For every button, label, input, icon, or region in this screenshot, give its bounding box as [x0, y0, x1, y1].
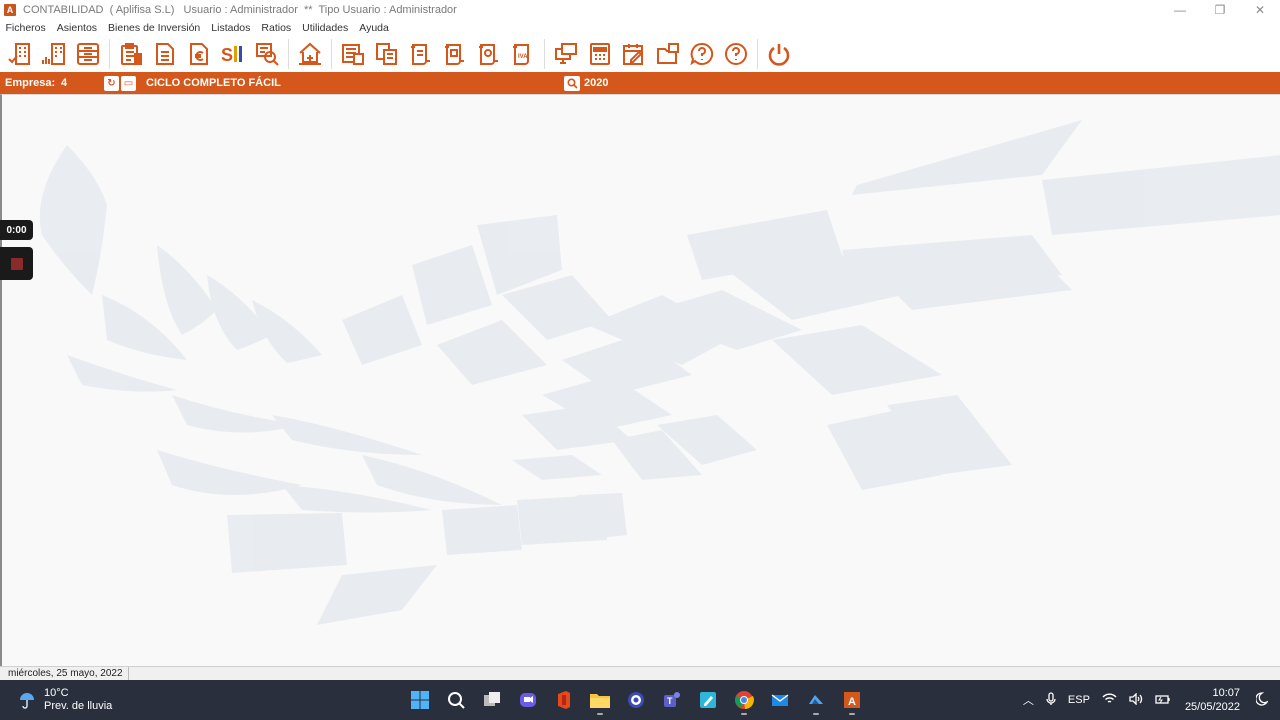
stop-icon: [10, 257, 23, 270]
fiscal-year: 2020: [584, 77, 609, 89]
weather-temp: 10°C: [44, 687, 69, 699]
company-info-bar: Empresa: 4 ↻ ▭ CICLO COMPLETO FÁCIL 2020: [0, 72, 1280, 94]
windows-start-icon[interactable]: [402, 684, 438, 716]
menu-ficheros[interactable]: Ficheros: [0, 22, 51, 34]
recording-timer: 0:00: [0, 220, 33, 240]
toolbar: S IVA: [0, 36, 1280, 72]
decorative-background: [39, 120, 1280, 625]
notifications-icon[interactable]: [1250, 691, 1280, 709]
main-workspace: [0, 94, 1280, 666]
weather-widget[interactable]: 10°C Prev. de lluvia: [18, 687, 112, 713]
ledger-icon[interactable]: [336, 38, 369, 71]
empresa-number: 4: [61, 77, 68, 89]
refresh-company-icon[interactable]: ↻: [104, 75, 119, 91]
sii-icon[interactable]: S: [216, 38, 249, 71]
application-window: A CONTABILIDAD ( Aplifisa S.L) Usuario :…: [0, 0, 1280, 680]
drawer-icon[interactable]: [71, 38, 104, 71]
volume-icon[interactable]: [1123, 691, 1149, 708]
help-icon[interactable]: [719, 38, 752, 71]
system-tray: ︿ ESP 10:07 25/05/2022: [1017, 680, 1280, 720]
search-year-icon[interactable]: [564, 75, 580, 91]
notepad-icon[interactable]: [690, 684, 726, 716]
svg-text:T: T: [667, 696, 673, 706]
folder-export-icon[interactable]: [651, 38, 684, 71]
toolbar-separator: [544, 39, 545, 69]
toolbar-separator: [331, 39, 332, 69]
document-icon[interactable]: [148, 38, 181, 71]
language-indicator[interactable]: ESP: [1062, 694, 1096, 706]
task-view-icon[interactable]: [474, 684, 510, 716]
minimize-button[interactable]: —: [1160, 0, 1200, 19]
journal-icon[interactable]: [404, 38, 437, 71]
monitor-icon[interactable]: [549, 38, 582, 71]
calendar-edit-icon[interactable]: [617, 38, 650, 71]
clock-time: 10:07: [1212, 687, 1240, 699]
contabilidad-app-icon[interactable]: A: [834, 684, 870, 716]
building-check-icon[interactable]: [3, 38, 36, 71]
chrome-icon[interactable]: [726, 684, 762, 716]
mail-icon[interactable]: [762, 684, 798, 716]
file-explorer-icon[interactable]: [582, 684, 618, 716]
journal-2-icon[interactable]: [438, 38, 471, 71]
teams-icon[interactable]: T: [654, 684, 690, 716]
window-title: CONTABILIDAD ( Aplifisa S.L) Usuario : A…: [23, 3, 457, 16]
close-button[interactable]: ✕: [1240, 0, 1280, 19]
company-actions: ↻ ▭: [104, 75, 136, 91]
settings-icon[interactable]: [618, 684, 654, 716]
search-report-icon[interactable]: [250, 38, 283, 71]
toolbar-separator: [288, 39, 289, 69]
menu-asientos[interactable]: Asientos: [51, 22, 102, 34]
document-euro-icon[interactable]: [182, 38, 215, 71]
umbrella-icon: [20, 693, 34, 709]
help-chat-icon[interactable]: [685, 38, 718, 71]
power-icon[interactable]: [762, 38, 795, 71]
taskbar: 10°C Prev. de lluvia T A ︿ ESP 10:07 25/…: [0, 680, 1280, 720]
chevron-up-icon[interactable]: ︿: [1017, 692, 1040, 708]
toolbar-separator: [757, 39, 758, 69]
balance-home-icon[interactable]: [293, 38, 326, 71]
menu-bienes-inversion[interactable]: Bienes de Inversión: [103, 22, 206, 34]
iva-book-icon[interactable]: IVA: [506, 38, 539, 71]
company-name: CICLO COMPLETO FÁCIL: [146, 77, 281, 89]
menu-ratios[interactable]: Ratios: [256, 22, 297, 34]
taskbar-apps: T A: [402, 684, 870, 716]
open-folder-icon[interactable]: ▭: [121, 75, 136, 91]
clock-date: 25/05/2022: [1184, 701, 1240, 713]
svg-text:A: A: [848, 696, 856, 708]
menu-bar: Ficheros Asientos Bienes de Inversión Li…: [0, 19, 1280, 36]
microphone-icon[interactable]: [1040, 691, 1062, 709]
search-icon[interactable]: [438, 684, 474, 716]
copy-document-icon[interactable]: [370, 38, 403, 71]
calculator-icon[interactable]: [583, 38, 616, 71]
restore-button[interactable]: ❐: [1200, 0, 1240, 19]
building-chart-icon[interactable]: [37, 38, 70, 71]
journal-3-icon[interactable]: [472, 38, 505, 71]
menu-ayuda[interactable]: Ayuda: [354, 22, 395, 34]
clipboard-list-icon[interactable]: [114, 38, 147, 71]
status-date: miércoles, 25 mayo, 2022: [3, 667, 129, 680]
menu-utilidades[interactable]: Utilidades: [297, 22, 354, 34]
window-controls: — ❐ ✕: [1160, 0, 1280, 19]
empresa-label: Empresa:: [5, 77, 56, 89]
svg-text:S: S: [221, 45, 233, 65]
app-logo-icon: A: [4, 3, 16, 16]
stop-recording-button[interactable]: [0, 247, 33, 280]
office-icon[interactable]: [546, 684, 582, 716]
status-bar: miércoles, 25 mayo, 2022: [0, 666, 1280, 680]
wifi-icon[interactable]: [1096, 693, 1123, 708]
svg-text:IVA: IVA: [518, 54, 528, 60]
title-bar: A CONTABILIDAD ( Aplifisa S.L) Usuario :…: [0, 0, 1280, 19]
clock[interactable]: 10:07 25/05/2022: [1177, 686, 1250, 714]
weather-desc: Prev. de lluvia: [44, 700, 113, 712]
onedrive-icon[interactable]: [798, 684, 834, 716]
teams-chat-icon[interactable]: [510, 684, 546, 716]
menu-listados[interactable]: Listados: [206, 22, 256, 34]
toolbar-separator: [109, 39, 110, 69]
battery-icon[interactable]: [1149, 693, 1177, 708]
